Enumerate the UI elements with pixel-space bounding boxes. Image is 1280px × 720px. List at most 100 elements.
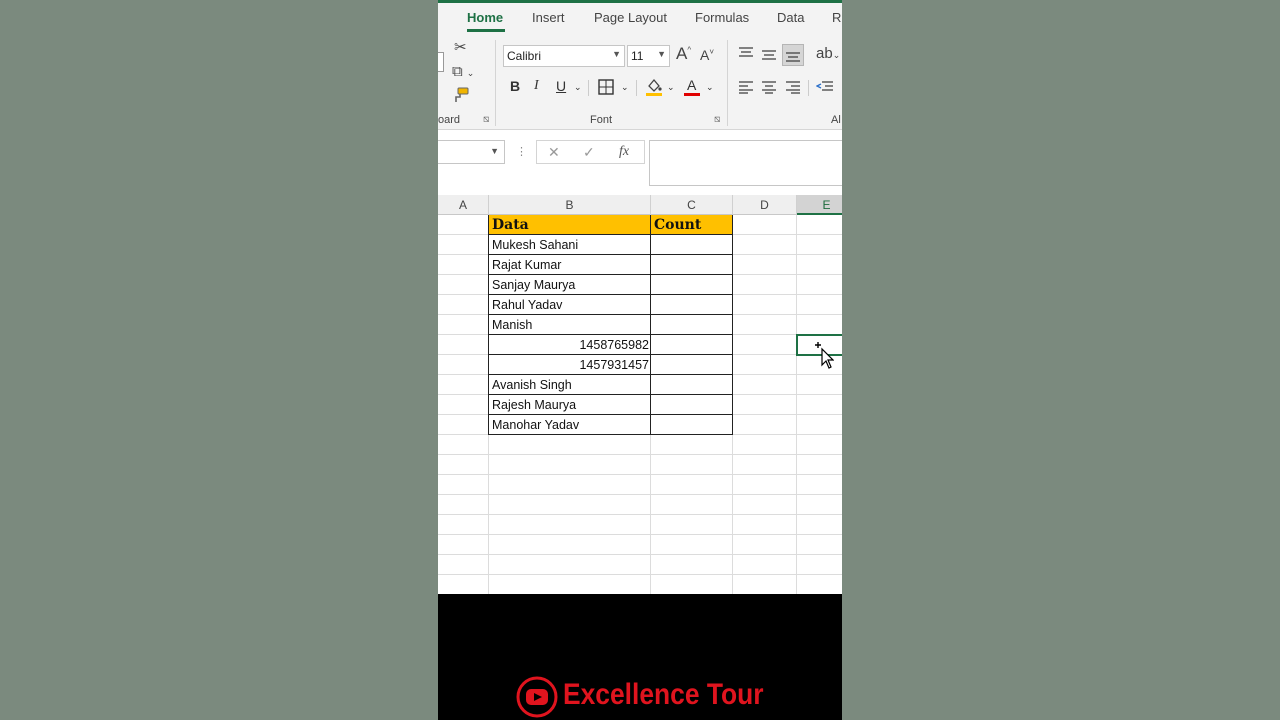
tab-insert[interactable]: Insert <box>532 10 565 25</box>
tab-formulas[interactable]: Formulas <box>695 10 749 25</box>
align-top-icon[interactable] <box>738 46 754 60</box>
table-border <box>488 254 733 255</box>
header-cell-data[interactable]: Data <box>489 215 651 235</box>
header-cell-count[interactable]: Count <box>651 215 733 235</box>
table-row-data-cell[interactable]: Rajat Kumar <box>489 255 651 275</box>
chevron-down-icon: ▼ <box>657 49 666 59</box>
table-border <box>488 374 733 375</box>
increase-font-size-icon[interactable]: A^ <box>676 45 691 62</box>
table-row-data-cell[interactable]: Manish <box>489 315 651 335</box>
tab-page-layout[interactable]: Page Layout <box>594 10 667 25</box>
insert-function-icon[interactable]: fx <box>619 144 629 160</box>
divider <box>588 80 589 96</box>
name-box[interactable]: ▼ <box>438 140 505 164</box>
align-right-icon[interactable] <box>785 80 801 94</box>
table-row-data-cell[interactable]: 1457931457 <box>489 355 651 375</box>
formula-input[interactable] <box>649 140 842 186</box>
table-row-count-cell[interactable] <box>651 235 733 255</box>
align-bottom-button[interactable] <box>782 44 804 66</box>
paste-icon[interactable] <box>438 52 444 72</box>
table-border <box>732 215 733 435</box>
clipboard-group-label: oard <box>438 114 461 126</box>
table-row-data-cell[interactable]: Rajesh Maurya <box>489 395 651 415</box>
column-header-d[interactable]: D <box>733 195 797 215</box>
column-header-b[interactable]: B <box>489 195 651 215</box>
column-header-a[interactable]: A <box>438 195 489 215</box>
table-border <box>488 414 733 415</box>
table-row-data-cell[interactable]: 1458765982 <box>489 335 651 355</box>
fill-color-icon[interactable] <box>645 77 663 97</box>
worksheet-grid[interactable]: A B C D E Data Count Mukesh Sahani Rajat … <box>438 195 842 595</box>
mouse-cursor-icon <box>815 342 834 369</box>
align-middle-icon[interactable] <box>761 48 777 62</box>
divider <box>808 80 809 96</box>
table-row-count-cell[interactable] <box>651 415 733 435</box>
formula-bar: ▼ ⋮ ✕ ✓ fx <box>438 131 842 195</box>
font-group-label: Font <box>590 114 613 126</box>
group-divider <box>727 40 728 126</box>
gridline <box>438 574 842 575</box>
table-border <box>650 215 651 435</box>
tab-data[interactable]: Data <box>777 10 804 25</box>
cancel-icon[interactable]: ✕ <box>548 144 560 161</box>
chevron-down-icon: ▼ <box>612 49 621 59</box>
screen-recording-frame: Home Insert Page Layout Formulas Data R … <box>438 0 842 720</box>
decrease-indent-icon[interactable] <box>816 80 834 94</box>
underline-button[interactable]: U <box>556 78 566 94</box>
column-header-e[interactable]: E <box>797 195 842 215</box>
chevron-down-icon: ▼ <box>490 146 499 156</box>
align-left-icon[interactable] <box>738 80 754 94</box>
font-color-icon[interactable]: A <box>684 77 702 97</box>
enter-icon[interactable]: ✓ <box>583 144 595 161</box>
table-border <box>488 294 733 295</box>
youtube-logo-icon <box>516 676 558 718</box>
chevron-down-icon[interactable]: ⌄ <box>574 82 582 93</box>
borders-icon[interactable] <box>598 79 614 95</box>
gridline <box>438 534 842 535</box>
gridline <box>438 494 842 495</box>
table-row-count-cell[interactable] <box>651 255 733 275</box>
formula-buttons: ✕ ✓ fx <box>536 140 645 164</box>
table-row-count-cell[interactable] <box>651 315 733 335</box>
table-row-data-cell[interactable]: Avanish Singh <box>489 375 651 395</box>
table-row-count-cell[interactable] <box>651 275 733 295</box>
table-row-data-cell[interactable]: Mukesh Sahani <box>489 235 651 255</box>
font-name-dropdown[interactable]: Calibri ▼ <box>503 45 625 67</box>
bold-button[interactable]: B <box>510 78 520 94</box>
table-row-count-cell[interactable] <box>651 395 733 415</box>
ribbon: Home Insert Page Layout Formulas Data R … <box>438 0 842 130</box>
clipboard-launcher-icon[interactable]: ⧅ <box>483 114 489 125</box>
table-border <box>488 334 733 335</box>
gridline <box>438 554 842 555</box>
table-row-data-cell[interactable]: Sanjay Maurya <box>489 275 651 295</box>
italic-button[interactable]: I <box>534 78 539 94</box>
table-row-data-cell[interactable]: Manohar Yadav <box>489 415 651 435</box>
cut-icon[interactable]: ✂ <box>454 40 467 55</box>
align-center-icon[interactable] <box>761 80 777 94</box>
tab-review[interactable]: R <box>832 10 841 25</box>
active-tab-indicator <box>467 29 505 32</box>
channel-name: Excellence Tour <box>563 678 764 711</box>
table-border <box>488 394 733 395</box>
orientation-icon[interactable]: ab⌄ <box>816 46 840 61</box>
column-header-c[interactable]: C <box>651 195 733 215</box>
table-row-count-cell[interactable] <box>651 375 733 395</box>
table-border <box>488 274 733 275</box>
font-size-dropdown[interactable]: 11 ▼ <box>627 45 670 67</box>
font-size-value: 11 <box>631 49 644 63</box>
table-row-count-cell[interactable] <box>651 295 733 315</box>
decrease-font-size-icon[interactable]: A˅ <box>700 48 714 62</box>
table-row-count-cell[interactable] <box>651 335 733 355</box>
table-row-count-cell[interactable] <box>651 355 733 375</box>
tab-home[interactable]: Home <box>467 10 503 25</box>
chevron-down-icon[interactable]: ⌄ <box>621 82 629 93</box>
chevron-down-icon[interactable]: ⌄ <box>706 82 714 93</box>
format-painter-icon[interactable] <box>452 86 470 104</box>
copy-icon[interactable]: ⧉ ⌄ <box>452 64 474 79</box>
table-border <box>488 234 733 235</box>
resize-handle-icon[interactable]: ⋮ <box>516 145 527 158</box>
chevron-down-icon[interactable]: ⌄ <box>667 82 675 93</box>
font-launcher-icon[interactable]: ⧅ <box>714 114 720 125</box>
table-row-data-cell[interactable]: Rahul Yadav <box>489 295 651 315</box>
table-border <box>488 354 733 355</box>
